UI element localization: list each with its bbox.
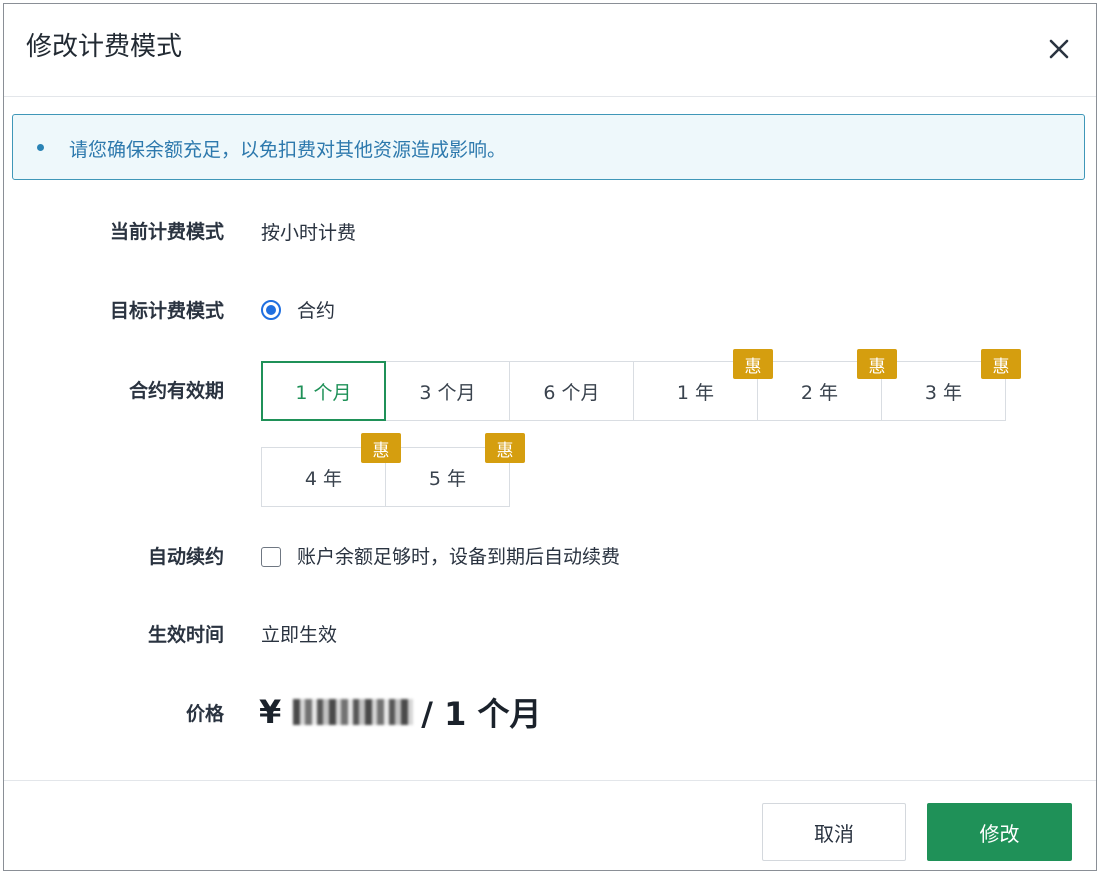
effective-time-label: 生效时间 bbox=[147, 624, 224, 646]
dialog-footer: 取消 修改 bbox=[4, 780, 1096, 871]
target-mode-label: 目标计费模式 bbox=[109, 300, 224, 322]
auto-renew-label: 自动续约 bbox=[147, 546, 224, 568]
close-button[interactable] bbox=[1044, 34, 1074, 64]
balance-alert: 请您确保余额充足，以免扣费对其他资源造成影响。 bbox=[12, 114, 1085, 180]
billing-mode-dialog: 修改计费模式 请您确保余额充足，以免扣费对其他资源造成影响。 当前计费模式 按小… bbox=[3, 3, 1097, 871]
period-option-3-months[interactable]: 3 个月 bbox=[385, 361, 510, 421]
auto-renew-checkbox-label[interactable]: 账户余额足够时，设备到期后自动续费 bbox=[297, 542, 620, 569]
period-options: 1 个月 3 个月 6 个月 1 年 2 年 3 年 4 年 5 年 惠 惠 惠… bbox=[261, 349, 1021, 507]
price-period: / 1 个月 bbox=[421, 695, 542, 733]
discount-badge: 惠 bbox=[733, 349, 773, 379]
current-mode-label: 当前计费模式 bbox=[109, 221, 224, 243]
current-mode-value: 按小时计费 bbox=[261, 222, 357, 244]
period-option-6-months[interactable]: 6 个月 bbox=[509, 361, 634, 421]
discount-badge: 惠 bbox=[361, 433, 401, 463]
confirm-modify-button[interactable]: 修改 bbox=[927, 803, 1072, 861]
discount-badge: 惠 bbox=[485, 433, 525, 463]
auto-renew-checkbox[interactable] bbox=[261, 547, 281, 567]
dialog-header: 修改计费模式 bbox=[4, 4, 1096, 97]
bullet-dot-icon bbox=[37, 144, 44, 151]
effective-time-value: 立即生效 bbox=[261, 624, 338, 646]
discount-badge: 惠 bbox=[981, 349, 1021, 379]
discount-badge: 惠 bbox=[857, 349, 897, 379]
cancel-button[interactable]: 取消 bbox=[762, 803, 906, 861]
close-icon bbox=[1049, 39, 1069, 59]
price-label: 价格 bbox=[185, 703, 224, 725]
dialog-title: 修改计费模式 bbox=[26, 32, 183, 62]
contract-radio-label[interactable]: 合约 bbox=[297, 296, 335, 323]
alert-text: 请您确保余额充足，以免扣费对其他资源造成影响。 bbox=[69, 139, 507, 161]
price-currency: ¥ bbox=[259, 693, 282, 731]
price-value: ¥ / 1 个月 bbox=[259, 689, 542, 735]
period-option-1-month[interactable]: 1 个月 bbox=[261, 361, 386, 421]
contract-radio[interactable] bbox=[261, 300, 281, 320]
period-label: 合约有效期 bbox=[128, 380, 224, 402]
price-amount-redacted bbox=[293, 699, 414, 725]
